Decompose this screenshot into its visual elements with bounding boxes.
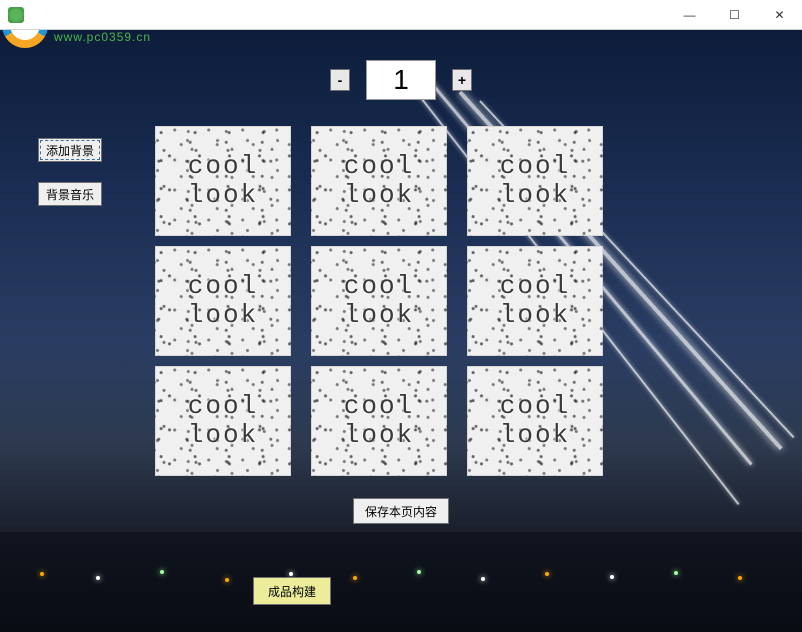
page-number-input[interactable] — [366, 60, 436, 100]
app-icon — [8, 7, 24, 23]
grid-cell-label: cool look — [500, 152, 570, 209]
grid-cell-2[interactable]: cool look — [311, 126, 447, 236]
grid-cell-label: cool look — [344, 272, 414, 329]
side-buttons: 添加背景 背景音乐 — [38, 138, 102, 206]
grid-cell-label: cool look — [188, 272, 258, 329]
page-spinner: - + — [330, 60, 472, 100]
background-music-button[interactable]: 背景音乐 — [38, 182, 102, 206]
build-product-button[interactable]: 成品构建 — [253, 577, 331, 605]
grid-cell-3[interactable]: cool look — [467, 126, 603, 236]
grid-cell-7[interactable]: cool look — [155, 366, 291, 476]
grid-cell-label: cool look — [188, 152, 258, 209]
add-background-button[interactable]: 添加背景 — [38, 138, 102, 162]
grid-cell-label: cool look — [188, 392, 258, 449]
titlebar: — ☐ ✕ — [0, 0, 802, 30]
grid-cell-4[interactable]: cool look — [155, 246, 291, 356]
minimize-button[interactable]: — — [667, 0, 712, 30]
image-grid: cool look cool look cool look cool look … — [155, 126, 603, 476]
grid-cell-5[interactable]: cool look — [311, 246, 447, 356]
page-increment-button[interactable]: + — [452, 69, 472, 91]
grid-cell-label: cool look — [500, 272, 570, 329]
grid-cell-label: cool look — [344, 152, 414, 209]
page-decrement-button[interactable]: - — [330, 69, 350, 91]
watermark-url: www.pc0359.cn — [54, 30, 174, 44]
grid-cell-9[interactable]: cool look — [467, 366, 603, 476]
grid-cell-8[interactable]: cool look — [311, 366, 447, 476]
save-page-button[interactable]: 保存本页内容 — [353, 498, 449, 524]
grid-cell-label: cool look — [344, 392, 414, 449]
maximize-button[interactable]: ☐ — [712, 0, 757, 30]
grid-cell-1[interactable]: cool look — [155, 126, 291, 236]
grid-cell-label: cool look — [500, 392, 570, 449]
close-button[interactable]: ✕ — [757, 0, 802, 30]
grid-cell-6[interactable]: cool look — [467, 246, 603, 356]
